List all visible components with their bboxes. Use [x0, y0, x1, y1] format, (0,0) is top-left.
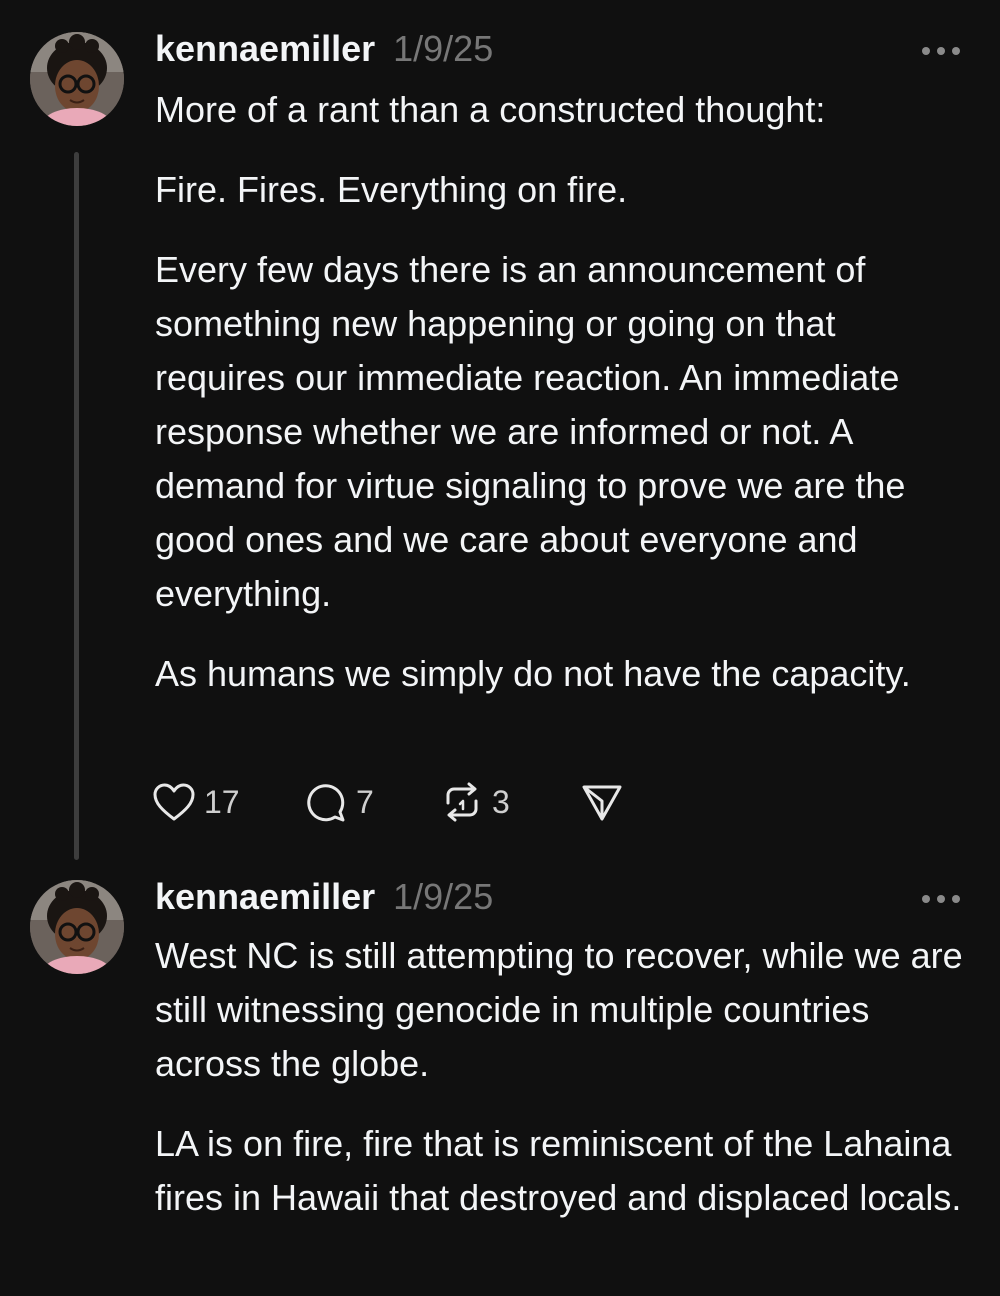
- more-dot: [952, 895, 960, 903]
- repost-count: 3: [492, 783, 510, 820]
- more-dot: [937, 895, 945, 903]
- like-count: 17: [204, 783, 240, 820]
- comment-icon: [307, 784, 345, 822]
- avatar-photo: [30, 880, 124, 974]
- post-body: More of a rant than a constructed though…: [155, 83, 975, 727]
- post-paragraph: Fire. Fires. Everything on fire.: [155, 169, 628, 210]
- like-button[interactable]: 17: [152, 782, 304, 822]
- thread-post: kennaemiller 1/9/25 West NC is still att…: [0, 870, 1000, 1296]
- thread-line: [74, 152, 79, 860]
- more-dot: [952, 47, 960, 55]
- repost-button[interactable]: 3: [440, 781, 580, 823]
- post-header: kennaemiller 1/9/25: [155, 876, 493, 920]
- post-paragraph: Every few days there is an announcement …: [155, 249, 906, 614]
- avatar[interactable]: [30, 880, 124, 974]
- username[interactable]: kennaemiller: [155, 876, 375, 918]
- reply-button[interactable]: 7: [304, 781, 440, 823]
- post-header: kennaemiller 1/9/25: [155, 28, 493, 72]
- post-body: West NC is still attempting to recover, …: [155, 929, 975, 1251]
- more-options-button[interactable]: [918, 884, 964, 914]
- timestamp[interactable]: 1/9/25: [393, 876, 493, 918]
- post-paragraph: LA is on fire, fire that is reminiscent …: [155, 1123, 962, 1218]
- username[interactable]: kennaemiller: [155, 28, 375, 70]
- avatar-photo: [30, 32, 124, 126]
- more-horizontal-icon: [922, 47, 930, 55]
- more-horizontal-icon: [922, 895, 930, 903]
- share-button[interactable]: [580, 781, 624, 823]
- avatar[interactable]: [30, 32, 124, 126]
- thread-post: kennaemiller 1/9/25 More of a rant than …: [0, 0, 1000, 870]
- send-icon: [582, 785, 622, 821]
- more-dot: [937, 47, 945, 55]
- post-paragraph: As humans we simply do not have the capa…: [155, 653, 911, 694]
- post-actions: 17 7 3: [152, 778, 624, 826]
- heart-icon: [153, 783, 195, 821]
- reply-count: 7: [356, 783, 374, 820]
- more-options-button[interactable]: [918, 36, 964, 66]
- post-paragraph: West NC is still attempting to recover, …: [155, 935, 963, 1084]
- post-paragraph: More of a rant than a constructed though…: [155, 89, 826, 130]
- timestamp[interactable]: 1/9/25: [393, 28, 493, 70]
- repost-icon: [446, 782, 478, 822]
